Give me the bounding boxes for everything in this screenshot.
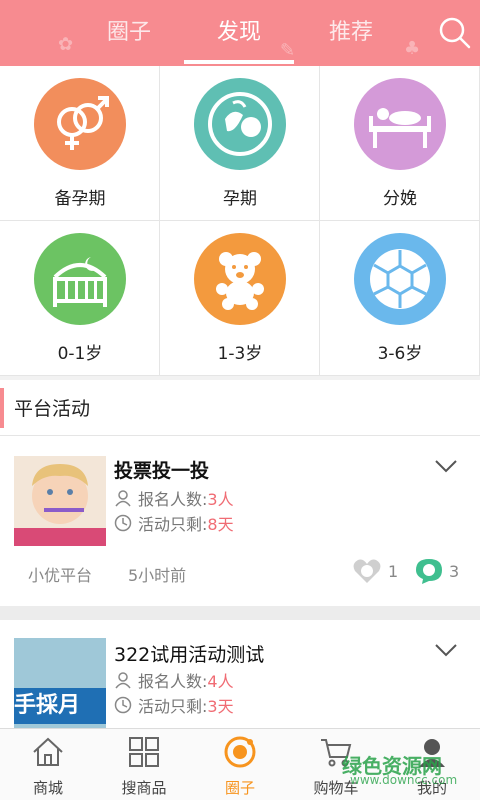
comment-icon[interactable]: [414, 556, 444, 586]
chevron-down-icon[interactable]: [434, 458, 458, 474]
watermark-url: www.downcc.com: [350, 773, 458, 787]
signup-count-row: 报名人数: 3人: [114, 486, 234, 510]
like-count: 1: [388, 562, 399, 581]
people-icon: [115, 672, 131, 689]
search-icon[interactable]: [438, 16, 472, 50]
section-accent-bar: [0, 388, 4, 428]
signup-value: 4人: [207, 672, 234, 691]
category-pre-pregnancy[interactable]: 备孕期: [0, 66, 160, 221]
nav-label: 商城: [32, 779, 63, 797]
signup-value: 3人: [207, 490, 234, 509]
activity-title: 投票投一投: [114, 460, 210, 482]
category-label: 孕期: [223, 189, 257, 209]
category-label: 1-3岁: [217, 344, 263, 364]
clock-icon: [114, 696, 132, 714]
remaining-time-row: 活动只剩: 8天: [114, 511, 234, 535]
remaining-label: 活动只剩:: [138, 697, 208, 716]
remaining-value: 8天: [207, 515, 234, 534]
signup-label: 报名人数:: [138, 672, 208, 691]
card-divider: [0, 606, 480, 620]
category-pregnancy[interactable]: 孕期: [160, 66, 320, 221]
clock-icon: [114, 514, 132, 532]
category-label: 分娩: [383, 189, 417, 209]
ball-icon: [354, 233, 446, 325]
top-header: ✿ ✎ ♣ 圈子 发现 推荐: [0, 0, 480, 66]
people-icon: [115, 490, 131, 507]
section-title: 平台活动: [14, 398, 91, 420]
category-label: 备孕期: [54, 189, 106, 209]
category-age-3-6[interactable]: 3-6岁: [320, 221, 480, 376]
tab-discover[interactable]: 发现: [184, 0, 294, 66]
fetus-icon: [194, 78, 286, 170]
tab-circle[interactable]: 圈子: [74, 0, 184, 66]
category-label: 0-1岁: [57, 344, 103, 364]
teddy-bear-icon: [194, 233, 286, 325]
activity-title: 322试用活动测试: [114, 644, 265, 666]
activity-source[interactable]: 小优平台: [28, 562, 92, 586]
comment-count: 3: [449, 562, 460, 581]
activity-thumbnail: [14, 456, 106, 546]
nav-mall[interactable]: 商城: [0, 729, 96, 800]
category-grid: 备孕期 孕期 分娩 0-1岁 1-3岁 3-6岁: [0, 66, 480, 376]
chevron-down-icon[interactable]: [434, 642, 458, 658]
circle-icon: [224, 736, 256, 768]
activity-thumbnail: 手採月: [14, 638, 106, 728]
activity-card[interactable]: 手採月 322试用活动测试 报名人数: 4人 活动只剩: 3天: [0, 620, 480, 728]
nav-circle[interactable]: 圈子: [192, 729, 288, 800]
remaining-label: 活动只剩:: [138, 515, 208, 534]
category-delivery[interactable]: 分娩: [320, 66, 480, 221]
tab-recommend[interactable]: 推荐: [296, 0, 406, 66]
remaining-value: 3天: [207, 697, 234, 716]
nav-label: 搜商品: [121, 779, 167, 797]
signup-label: 报名人数:: [138, 490, 208, 509]
delivery-bed-icon: [354, 78, 446, 170]
signup-count-row: 报名人数: 4人: [114, 668, 234, 692]
heart-like-icon[interactable]: [352, 556, 382, 586]
grid-icon: [129, 737, 159, 767]
decor-icon: ♣: [404, 38, 421, 59]
gender-icon: [34, 78, 126, 170]
remaining-time-row: 活动只剩: 3天: [114, 693, 234, 717]
nav-search-goods[interactable]: 搜商品: [96, 729, 192, 800]
crib-icon: [34, 233, 126, 325]
activity-card[interactable]: 投票投一投 报名人数: 3人 活动只剩: 8天 小优平台 5小时前 1 3: [0, 436, 480, 606]
category-age-0-1[interactable]: 0-1岁: [0, 221, 160, 376]
nav-label: 圈子: [224, 779, 255, 797]
category-age-1-3[interactable]: 1-3岁: [160, 221, 320, 376]
thumbnail-text: 手採月: [14, 688, 106, 724]
category-label: 3-6岁: [377, 344, 423, 364]
activity-time: 5小时前: [128, 566, 187, 585]
platform-activity-section: 平台活动: [0, 380, 480, 436]
home-icon: [33, 737, 63, 766]
decor-icon: ✿: [58, 34, 74, 55]
